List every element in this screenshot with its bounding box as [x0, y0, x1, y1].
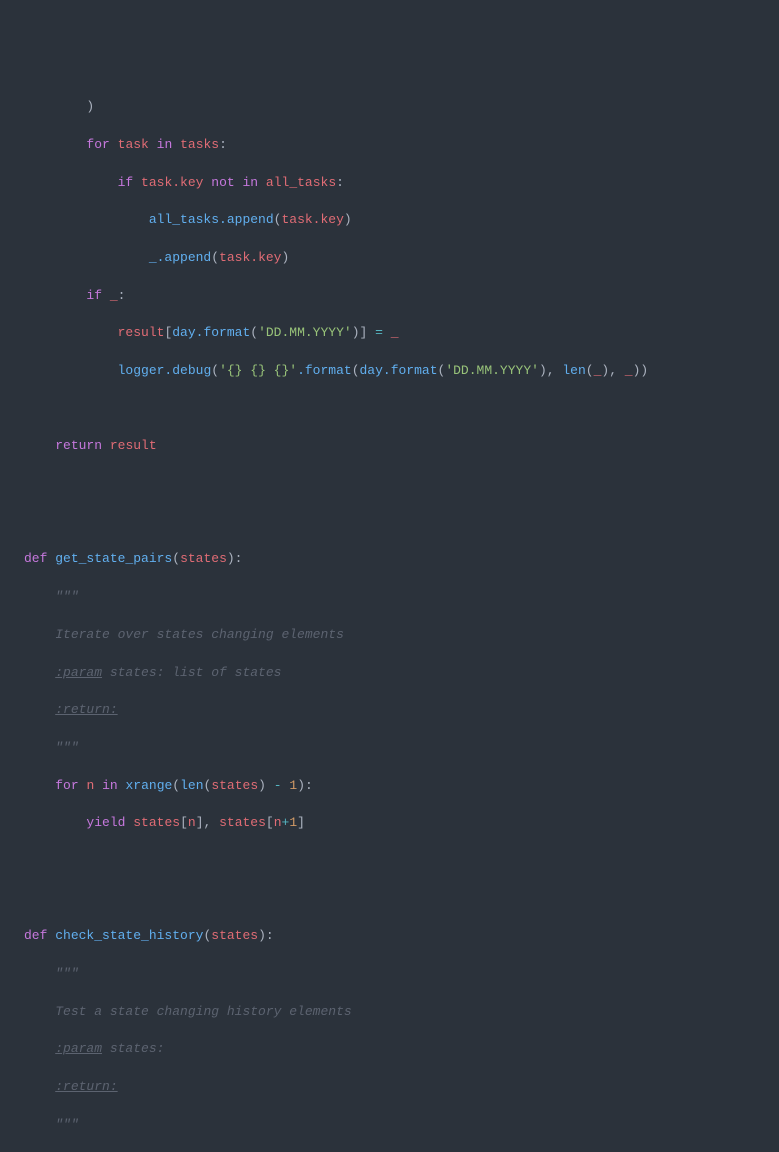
- keyword-def: def: [24, 551, 47, 566]
- var: states: [211, 778, 258, 793]
- doctag-param: :param: [55, 1041, 102, 1056]
- docstring: Test a state changing history elements: [55, 1004, 351, 1019]
- code-line: :param states:: [0, 1040, 779, 1059]
- code-line: Iterate over states changing elements: [0, 626, 779, 645]
- keyword-not: not: [211, 175, 234, 190]
- method-call: _.append: [149, 250, 211, 265]
- keyword-in: in: [102, 778, 118, 793]
- var: n: [274, 815, 282, 830]
- keyword-if: if: [86, 288, 102, 303]
- code-line: def check_state_history(states):: [0, 927, 779, 946]
- blank-line: [0, 890, 779, 909]
- code-line: if _:: [0, 287, 779, 306]
- code-line: yield states[n], states[n+1]: [0, 814, 779, 833]
- code-line: :param states: list of states: [0, 664, 779, 683]
- code-line: for task in tasks:: [0, 136, 779, 155]
- operator: -: [274, 778, 282, 793]
- docstring: states:: [102, 1041, 164, 1056]
- code-line: :return:: [0, 701, 779, 720]
- keyword-if: if: [118, 175, 134, 190]
- arg: task.key: [281, 212, 343, 227]
- code-line: all_tasks.append(task.key): [0, 211, 779, 230]
- method-call: logger.debug: [118, 363, 212, 378]
- code-line: """: [0, 588, 779, 607]
- code-line: Test a state changing history elements: [0, 1003, 779, 1022]
- param: states: [180, 551, 227, 566]
- var: task.key: [141, 175, 203, 190]
- builtin: xrange: [125, 778, 172, 793]
- var: states: [133, 815, 180, 830]
- code-line: """: [0, 739, 779, 758]
- blank-line: [0, 513, 779, 532]
- keyword-for: for: [55, 778, 78, 793]
- var: result: [118, 325, 165, 340]
- builtin: len: [562, 363, 585, 378]
- method-call: day.format: [360, 363, 438, 378]
- var: states: [219, 815, 266, 830]
- docstring: states: list of states: [102, 665, 281, 680]
- docstring-quote: """: [55, 740, 78, 755]
- docstring-quote: """: [55, 1117, 78, 1132]
- operator: =: [375, 325, 383, 340]
- var: task: [118, 137, 149, 152]
- code-line: def get_state_pairs(states):: [0, 550, 779, 569]
- code-line: """: [0, 965, 779, 984]
- paren: ): [24, 99, 94, 114]
- builtin: len: [180, 778, 203, 793]
- method-call: day.format: [172, 325, 250, 340]
- var: all_tasks: [266, 175, 336, 190]
- code-line: logger.debug('{} {} {}'.format(day.forma…: [0, 362, 779, 381]
- number: 1: [289, 815, 297, 830]
- operator: +: [282, 815, 290, 830]
- code-line: ): [0, 98, 779, 117]
- var: _: [391, 325, 399, 340]
- string: 'DD.MM.YYYY': [258, 325, 352, 340]
- var: n: [188, 815, 196, 830]
- docstring-quote: """: [55, 589, 78, 604]
- doctag-param: :param: [55, 665, 102, 680]
- function-name: check_state_history: [55, 928, 203, 943]
- arg: task.key: [219, 250, 281, 265]
- docstring-quote: """: [55, 966, 78, 981]
- code-editor[interactable]: ) for task in tasks: if task.key not in …: [0, 75, 779, 1152]
- code-line: _.append(task.key): [0, 249, 779, 268]
- code-line: if task.key not in all_tasks:: [0, 174, 779, 193]
- code-line: for n in xrange(len(states) - 1):: [0, 777, 779, 796]
- method-call: .format: [297, 363, 352, 378]
- var: _: [110, 288, 118, 303]
- code-line: result[day.format('DD.MM.YYYY')] = _: [0, 324, 779, 343]
- var: n: [86, 778, 94, 793]
- keyword-in: in: [157, 137, 173, 152]
- param: states: [211, 928, 258, 943]
- keyword-yield: yield: [86, 815, 125, 830]
- doctag-return: :return:: [55, 1079, 117, 1094]
- string: '{} {} {}': [219, 363, 297, 378]
- function-name: get_state_pairs: [55, 551, 172, 566]
- code-line: """: [0, 1116, 779, 1135]
- keyword-for: for: [86, 137, 109, 152]
- keyword-in: in: [243, 175, 259, 190]
- var: result: [110, 438, 157, 453]
- code-line: :return:: [0, 1078, 779, 1097]
- code-line: return result: [0, 437, 779, 456]
- var: tasks: [180, 137, 219, 152]
- string: 'DD.MM.YYYY': [445, 363, 539, 378]
- number: 1: [289, 778, 297, 793]
- blank-line: [0, 852, 779, 871]
- docstring: Iterate over states changing elements: [55, 627, 344, 642]
- blank-line: [0, 400, 779, 419]
- var: _: [625, 363, 633, 378]
- doctag-return: :return:: [55, 702, 117, 717]
- keyword-def: def: [24, 928, 47, 943]
- keyword-return: return: [55, 438, 102, 453]
- blank-line: [0, 475, 779, 494]
- method-call: all_tasks.append: [149, 212, 274, 227]
